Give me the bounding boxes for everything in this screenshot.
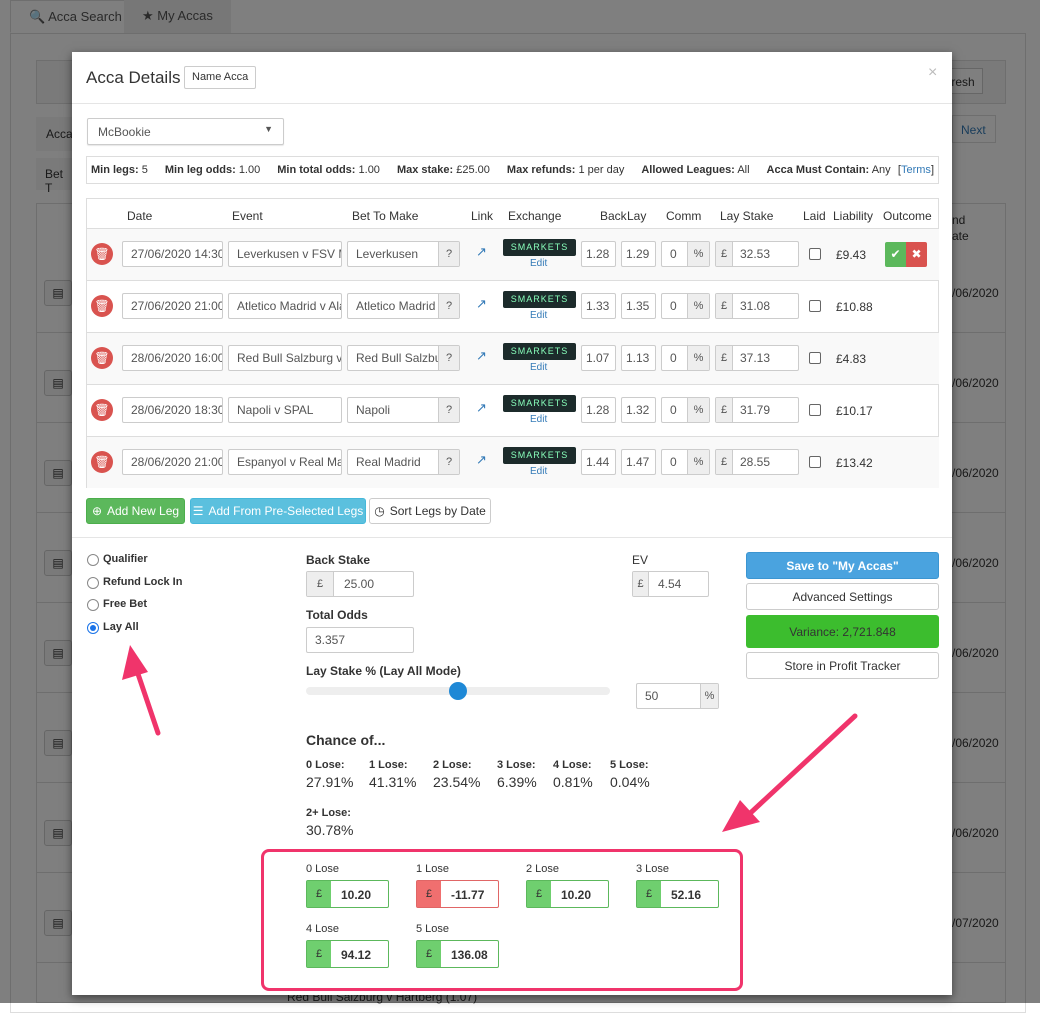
annotation-arrows bbox=[122, 645, 858, 832]
arrow-to-lay-all bbox=[122, 645, 161, 736]
arrow-to-results bbox=[722, 713, 858, 832]
